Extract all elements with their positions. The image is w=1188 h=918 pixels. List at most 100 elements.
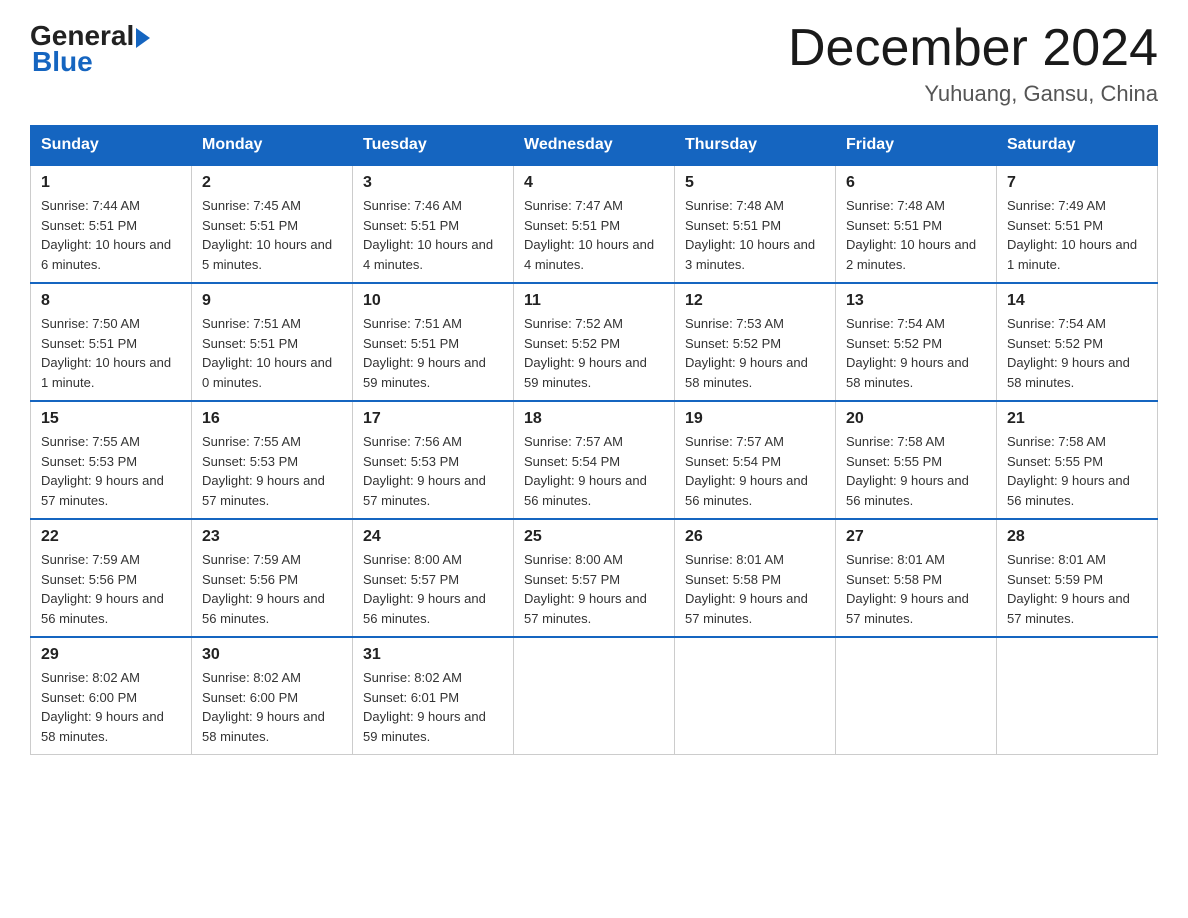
calendar-cell bbox=[997, 637, 1158, 755]
calendar-cell: 1Sunrise: 7:44 AMSunset: 5:51 PMDaylight… bbox=[31, 165, 192, 283]
day-number: 17 bbox=[363, 410, 503, 428]
calendar-cell: 7Sunrise: 7:49 AMSunset: 5:51 PMDaylight… bbox=[997, 165, 1158, 283]
day-number: 27 bbox=[846, 528, 986, 546]
day-number: 5 bbox=[685, 174, 825, 192]
calendar-cell: 25 Sunrise: 8:00 AMSunset: 5:57 PMDayligh… bbox=[514, 519, 675, 637]
day-info: Sunrise: 7:53 AMSunset: 5:52 PMDaylight:… bbox=[685, 314, 825, 392]
day-info: Sunrise: 7:50 AMSunset: 5:51 PMDaylight:… bbox=[41, 314, 181, 392]
day-info: Sunrise: 7:51 AMSunset: 5:51 PMDaylight:… bbox=[363, 314, 503, 392]
day-number: 28 bbox=[1007, 528, 1147, 546]
calendar-week-row: 29 Sunrise: 8:02 AMSunset: 6:00 PMDayligh… bbox=[31, 637, 1158, 755]
col-tuesday: Tuesday bbox=[353, 126, 514, 166]
calendar-cell: 14 Sunrise: 7:54 AMSunset: 5:52 PMDayligh… bbox=[997, 283, 1158, 401]
calendar-cell: 15 Sunrise: 7:55 AMSunset: 5:53 PMDayligh… bbox=[31, 401, 192, 519]
day-number: 1 bbox=[41, 174, 181, 192]
day-info: Sunrise: 8:00 AMSunset: 5:57 PMDaylight:… bbox=[524, 550, 664, 628]
day-number: 20 bbox=[846, 410, 986, 428]
calendar-cell: 3Sunrise: 7:46 AMSunset: 5:51 PMDaylight… bbox=[353, 165, 514, 283]
calendar-cell: 30Sunrise: 8:02 AMSunset: 6:00 PMDayligh… bbox=[192, 637, 353, 755]
calendar-cell: 5Sunrise: 7:48 AMSunset: 5:51 PMDaylight… bbox=[675, 165, 836, 283]
day-number: 21 bbox=[1007, 410, 1147, 428]
calendar-cell: 31 Sunrise: 8:02 AMSunset: 6:01 PMDayligh… bbox=[353, 637, 514, 755]
calendar-cell: 26 Sunrise: 8:01 AMSunset: 5:58 PMDayligh… bbox=[675, 519, 836, 637]
calendar-cell: 9 Sunrise: 7:51 AMSunset: 5:51 PMDaylight… bbox=[192, 283, 353, 401]
day-number: 14 bbox=[1007, 292, 1147, 310]
day-number: 8 bbox=[41, 292, 181, 310]
col-saturday: Saturday bbox=[997, 126, 1158, 166]
calendar-cell: 24Sunrise: 8:00 AMSunset: 5:57 PMDayligh… bbox=[353, 519, 514, 637]
day-info: Sunrise: 7:54 AMSunset: 5:52 PMDaylight:… bbox=[1007, 314, 1147, 392]
calendar-cell: 29 Sunrise: 8:02 AMSunset: 6:00 PMDayligh… bbox=[31, 637, 192, 755]
col-friday: Friday bbox=[836, 126, 997, 166]
day-info: Sunrise: 8:01 AMSunset: 5:59 PMDaylight:… bbox=[1007, 550, 1147, 628]
month-title: December 2024 bbox=[788, 20, 1158, 77]
day-info: Sunrise: 7:55 AMSunset: 5:53 PMDaylight:… bbox=[41, 432, 181, 510]
day-number: 18 bbox=[524, 410, 664, 428]
col-monday: Monday bbox=[192, 126, 353, 166]
day-number: 16 bbox=[202, 410, 342, 428]
day-number: 2 bbox=[202, 174, 342, 192]
calendar-cell: 13 Sunrise: 7:54 AMSunset: 5:52 PMDayligh… bbox=[836, 283, 997, 401]
day-info: Sunrise: 7:47 AMSunset: 5:51 PMDaylight:… bbox=[524, 196, 664, 274]
day-number: 15 bbox=[41, 410, 181, 428]
calendar-cell: 11 Sunrise: 7:52 AMSunset: 5:52 PMDayligh… bbox=[514, 283, 675, 401]
calendar-week-row: 22 Sunrise: 7:59 AMSunset: 5:56 PMDayligh… bbox=[31, 519, 1158, 637]
calendar-cell: 2 Sunrise: 7:45 AMSunset: 5:51 PMDaylight… bbox=[192, 165, 353, 283]
day-info: Sunrise: 7:56 AMSunset: 5:53 PMDaylight:… bbox=[363, 432, 503, 510]
day-info: Sunrise: 8:02 AMSunset: 6:01 PMDaylight:… bbox=[363, 668, 503, 746]
day-info: Sunrise: 7:59 AMSunset: 5:56 PMDaylight:… bbox=[202, 550, 342, 628]
day-info: Sunrise: 7:45 AMSunset: 5:51 PMDaylight:… bbox=[202, 196, 342, 274]
title-block: December 2024 Yuhuang, Gansu, China bbox=[788, 20, 1158, 107]
day-info: Sunrise: 7:58 AMSunset: 5:55 PMDaylight:… bbox=[846, 432, 986, 510]
day-number: 3 bbox=[363, 174, 503, 192]
day-number: 13 bbox=[846, 292, 986, 310]
day-number: 31 bbox=[363, 646, 503, 664]
calendar-cell bbox=[675, 637, 836, 755]
day-number: 6 bbox=[846, 174, 986, 192]
calendar-cell: 6 Sunrise: 7:48 AMSunset: 5:51 PMDaylight… bbox=[836, 165, 997, 283]
day-number: 10 bbox=[363, 292, 503, 310]
day-number: 26 bbox=[685, 528, 825, 546]
day-number: 11 bbox=[524, 292, 664, 310]
calendar-cell: 12 Sunrise: 7:53 AMSunset: 5:52 PMDayligh… bbox=[675, 283, 836, 401]
day-number: 24 bbox=[363, 528, 503, 546]
day-number: 4 bbox=[524, 174, 664, 192]
day-info: Sunrise: 8:02 AMSunset: 6:00 PMDaylight:… bbox=[41, 668, 181, 746]
day-number: 29 bbox=[41, 646, 181, 664]
day-info: Sunrise: 7:57 AMSunset: 5:54 PMDaylight:… bbox=[685, 432, 825, 510]
logo-arrow-icon bbox=[136, 28, 150, 48]
calendar-cell: 8 Sunrise: 7:50 AMSunset: 5:51 PMDaylight… bbox=[31, 283, 192, 401]
day-info: Sunrise: 7:51 AMSunset: 5:51 PMDaylight:… bbox=[202, 314, 342, 392]
calendar-week-row: 8 Sunrise: 7:50 AMSunset: 5:51 PMDaylight… bbox=[31, 283, 1158, 401]
calendar-cell bbox=[836, 637, 997, 755]
day-info: Sunrise: 7:54 AMSunset: 5:52 PMDaylight:… bbox=[846, 314, 986, 392]
day-number: 25 bbox=[524, 528, 664, 546]
day-info: Sunrise: 7:59 AMSunset: 5:56 PMDaylight:… bbox=[41, 550, 181, 628]
calendar-week-row: 15 Sunrise: 7:55 AMSunset: 5:53 PMDayligh… bbox=[31, 401, 1158, 519]
calendar-cell: 21 Sunrise: 7:58 AMSunset: 5:55 PMDayligh… bbox=[997, 401, 1158, 519]
day-info: Sunrise: 7:58 AMSunset: 5:55 PMDaylight:… bbox=[1007, 432, 1147, 510]
col-sunday: Sunday bbox=[31, 126, 192, 166]
calendar-cell: 19Sunrise: 7:57 AMSunset: 5:54 PMDayligh… bbox=[675, 401, 836, 519]
day-info: Sunrise: 8:02 AMSunset: 6:00 PMDaylight:… bbox=[202, 668, 342, 746]
day-number: 12 bbox=[685, 292, 825, 310]
day-number: 22 bbox=[41, 528, 181, 546]
day-info: Sunrise: 7:52 AMSunset: 5:52 PMDaylight:… bbox=[524, 314, 664, 392]
logo-blue: Blue bbox=[32, 46, 93, 77]
calendar-cell bbox=[514, 637, 675, 755]
page-header: General Blue December 2024 Yuhuang, Gans… bbox=[30, 20, 1158, 107]
day-info: Sunrise: 7:48 AMSunset: 5:51 PMDaylight:… bbox=[846, 196, 986, 274]
day-info: Sunrise: 8:01 AMSunset: 5:58 PMDaylight:… bbox=[685, 550, 825, 628]
calendar-cell: 4 Sunrise: 7:47 AMSunset: 5:51 PMDaylight… bbox=[514, 165, 675, 283]
calendar-header-row: Sunday Monday Tuesday Wednesday Thursday… bbox=[31, 126, 1158, 166]
calendar-cell: 23 Sunrise: 7:59 AMSunset: 5:56 PMDayligh… bbox=[192, 519, 353, 637]
day-info: Sunrise: 8:01 AMSunset: 5:58 PMDaylight:… bbox=[846, 550, 986, 628]
calendar-cell: 16 Sunrise: 7:55 AMSunset: 5:53 PMDayligh… bbox=[192, 401, 353, 519]
calendar-cell: 10 Sunrise: 7:51 AMSunset: 5:51 PMDayligh… bbox=[353, 283, 514, 401]
col-thursday: Thursday bbox=[675, 126, 836, 166]
calendar-cell: 18Sunrise: 7:57 AMSunset: 5:54 PMDayligh… bbox=[514, 401, 675, 519]
day-number: 9 bbox=[202, 292, 342, 310]
calendar-cell: 20 Sunrise: 7:58 AMSunset: 5:55 PMDayligh… bbox=[836, 401, 997, 519]
day-number: 23 bbox=[202, 528, 342, 546]
day-info: Sunrise: 7:55 AMSunset: 5:53 PMDaylight:… bbox=[202, 432, 342, 510]
